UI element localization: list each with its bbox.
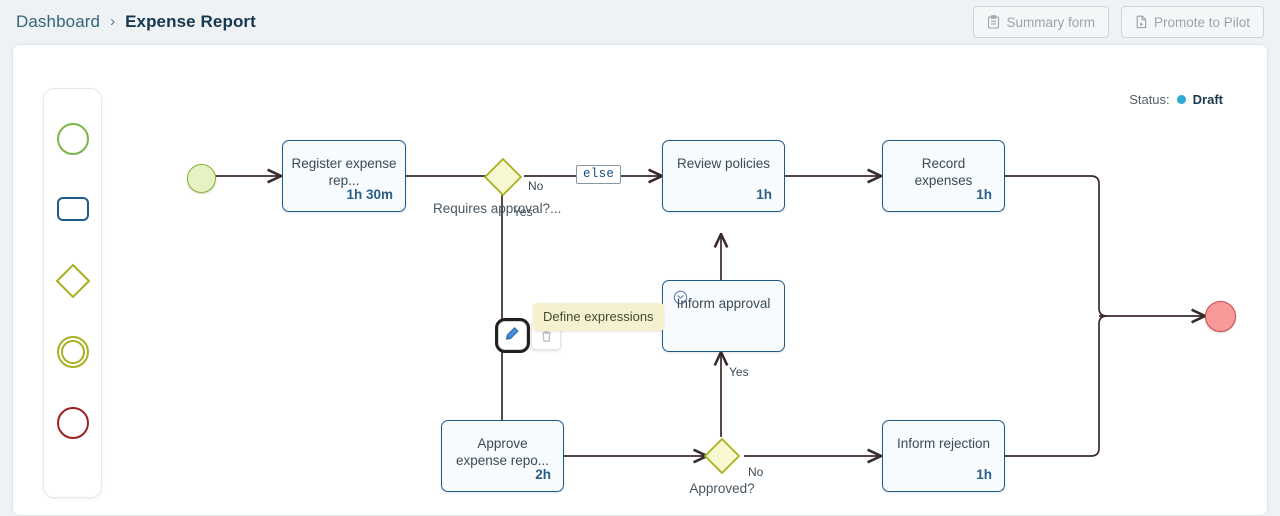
promote-to-pilot-button[interactable]: Promote to Pilot (1120, 6, 1264, 38)
clipboard-icon (987, 15, 1000, 29)
shape-palette (43, 88, 102, 498)
palette-item-intermediate-event[interactable] (53, 332, 93, 372)
task-duration: 2h (535, 467, 551, 482)
breadcrumb: Dashboard › Expense Report (16, 12, 256, 32)
task-label: Inform approval (676, 296, 771, 311)
connector-layer (215, 45, 1268, 516)
end-event-node[interactable] (1205, 301, 1236, 332)
edge-label-text: Yes (513, 205, 533, 219)
pen-icon (505, 326, 520, 346)
page-title: Expense Report (125, 12, 256, 31)
gateway-label-requires-approval: Requires approval?... (433, 200, 561, 217)
status-label: Status: (1129, 92, 1170, 107)
edge-label-gw1-no: No (528, 179, 543, 193)
promote-to-pilot-label: Promote to Pilot (1153, 14, 1250, 30)
status-value: Draft (1192, 92, 1223, 107)
expression-chip-text: else (583, 167, 615, 181)
task-duration: 1h (756, 187, 772, 202)
summary-form-button[interactable]: Summary form (973, 6, 1109, 38)
task-duration: 1h (976, 467, 992, 482)
edge-label-gw2-yes: Yes (729, 365, 749, 379)
edge-label-text: No (748, 465, 764, 479)
file-play-icon (1135, 15, 1148, 29)
palette-item-task[interactable] (53, 190, 93, 230)
task-duration: 1h (976, 187, 992, 202)
task-label: Review policies (676, 156, 771, 171)
task-node-inform-rejection[interactable]: Inform rejection 1h (882, 420, 1005, 492)
gateway-node-approved[interactable] (703, 437, 741, 475)
palette-item-end-event[interactable] (53, 403, 93, 443)
top-bar: Dashboard › Expense Report Summary form (0, 0, 1280, 44)
start-event-node[interactable] (187, 164, 216, 193)
gateway-label-text: Requires approval?... (433, 201, 562, 216)
gateway-label-text: Approved? (689, 481, 755, 496)
task-node-review-policies[interactable]: Review policies 1h (662, 140, 785, 212)
task-label: Record expenses (914, 156, 973, 188)
gateway-node-requires-approval[interactable] (483, 157, 523, 197)
top-bar-actions: Summary form Promote to Pilot (973, 6, 1264, 38)
task-label: Approve expense repo... (455, 436, 550, 468)
task-label: Inform rejection (896, 436, 991, 451)
tooltip-text: Define expressions (543, 309, 654, 324)
palette-item-start-event[interactable] (53, 119, 93, 159)
edge-label-text: Yes (729, 365, 749, 379)
diagram-canvas[interactable]: Status: Draft Register expense rep... 1h… (12, 44, 1268, 516)
task-node-inform-approval[interactable]: Inform approval (662, 280, 785, 352)
task-duration: 1h 30m (346, 187, 393, 202)
task-node-register-expense[interactable]: Register expense rep... 1h 30m (282, 140, 406, 212)
define-expressions-button[interactable] (495, 318, 530, 353)
edge-label-gw1-yes: Yes (513, 205, 533, 219)
edge-label-gw2-no: No (748, 465, 763, 479)
task-node-record-expenses[interactable]: Record expenses 1h (882, 140, 1005, 212)
expense-report-process-editor: Dashboard › Expense Report Summary form (0, 0, 1280, 516)
status-badge: Status: Draft (1129, 92, 1223, 107)
summary-form-label: Summary form (1006, 14, 1095, 30)
breadcrumb-dashboard[interactable]: Dashboard (16, 12, 100, 32)
chevron-right-icon: › (110, 12, 116, 30)
edge-label-text: No (528, 179, 544, 193)
palette-item-gateway[interactable] (53, 261, 93, 301)
expression-chip-else[interactable]: else (576, 165, 622, 184)
gateway-label-approved: Approved? (662, 480, 782, 497)
tooltip-define-expressions: Define expressions (533, 303, 664, 331)
task-label: Register expense rep... (291, 156, 397, 188)
status-dot-icon (1176, 95, 1186, 104)
task-node-approve-expense[interactable]: Approve expense repo... 2h (441, 420, 564, 492)
